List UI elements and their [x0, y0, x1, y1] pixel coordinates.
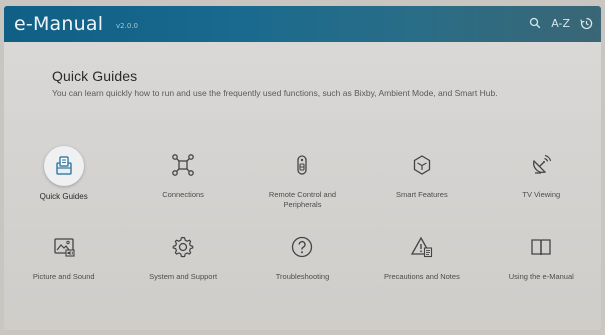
- app-title: e-Manual: [14, 13, 104, 35]
- picture-and-sound-icon: [45, 228, 83, 266]
- tile-label: Precautions and Notes: [383, 272, 460, 281]
- remote-control-icon: [283, 146, 321, 184]
- quick-guides-icon: [43, 146, 84, 186]
- tile-system-and-support[interactable]: System and Support: [123, 228, 242, 282]
- tile-label: Smart Features: [396, 190, 448, 199]
- question-icon: [283, 228, 321, 266]
- category-grid: Quick Guides Connections Remote Control …: [4, 146, 601, 282]
- smart-features-icon: [403, 146, 441, 184]
- tile-label: Remote Control and Peripherals: [268, 190, 337, 209]
- tile-label: Connections: [162, 190, 204, 199]
- tile-precautions-and-notes[interactable]: Precautions and Notes: [362, 228, 481, 282]
- tile-tv-viewing[interactable]: TV Viewing: [482, 146, 601, 210]
- tile-label: TV Viewing: [522, 190, 561, 199]
- tile-label: Picture and Sound: [32, 272, 95, 281]
- tv-viewing-icon: [522, 146, 560, 184]
- header-actions: A-Z: [529, 15, 593, 31]
- a-z-icon[interactable]: A-Z: [551, 15, 570, 31]
- gear-icon: [164, 228, 202, 266]
- screen: e-Manual v2.0.0 A-Z Quick Guides You can…: [4, 6, 601, 330]
- tile-using-e-manual[interactable]: Using the e-Manual: [482, 228, 601, 282]
- warning-icon: [403, 228, 441, 266]
- tile-remote-control[interactable]: Remote Control and Peripherals: [243, 146, 362, 210]
- section-description: You can learn quickly how to run and use…: [52, 88, 498, 98]
- search-icon[interactable]: [529, 15, 541, 31]
- header-bar: e-Manual v2.0.0 A-Z: [4, 6, 601, 42]
- tile-label: Troubleshooting: [275, 272, 330, 281]
- connections-icon: [164, 146, 202, 184]
- intro-section: Quick Guides You can learn quickly how t…: [52, 68, 572, 99]
- tile-quick-guides[interactable]: Quick Guides: [4, 146, 123, 210]
- section-title: Quick Guides: [52, 68, 138, 84]
- recent-icon[interactable]: [580, 15, 593, 31]
- tile-label: Quick Guides: [39, 192, 88, 201]
- tile-label: Using the e-Manual: [508, 272, 574, 281]
- tile-picture-and-sound[interactable]: Picture and Sound: [4, 228, 123, 282]
- tile-label: System and Support: [149, 272, 218, 281]
- tile-smart-features[interactable]: Smart Features: [362, 146, 481, 210]
- app-version: v2.0.0: [116, 22, 138, 30]
- tile-troubleshooting[interactable]: Troubleshooting: [243, 228, 362, 282]
- book-icon: [522, 228, 560, 266]
- tile-connections[interactable]: Connections: [123, 146, 242, 210]
